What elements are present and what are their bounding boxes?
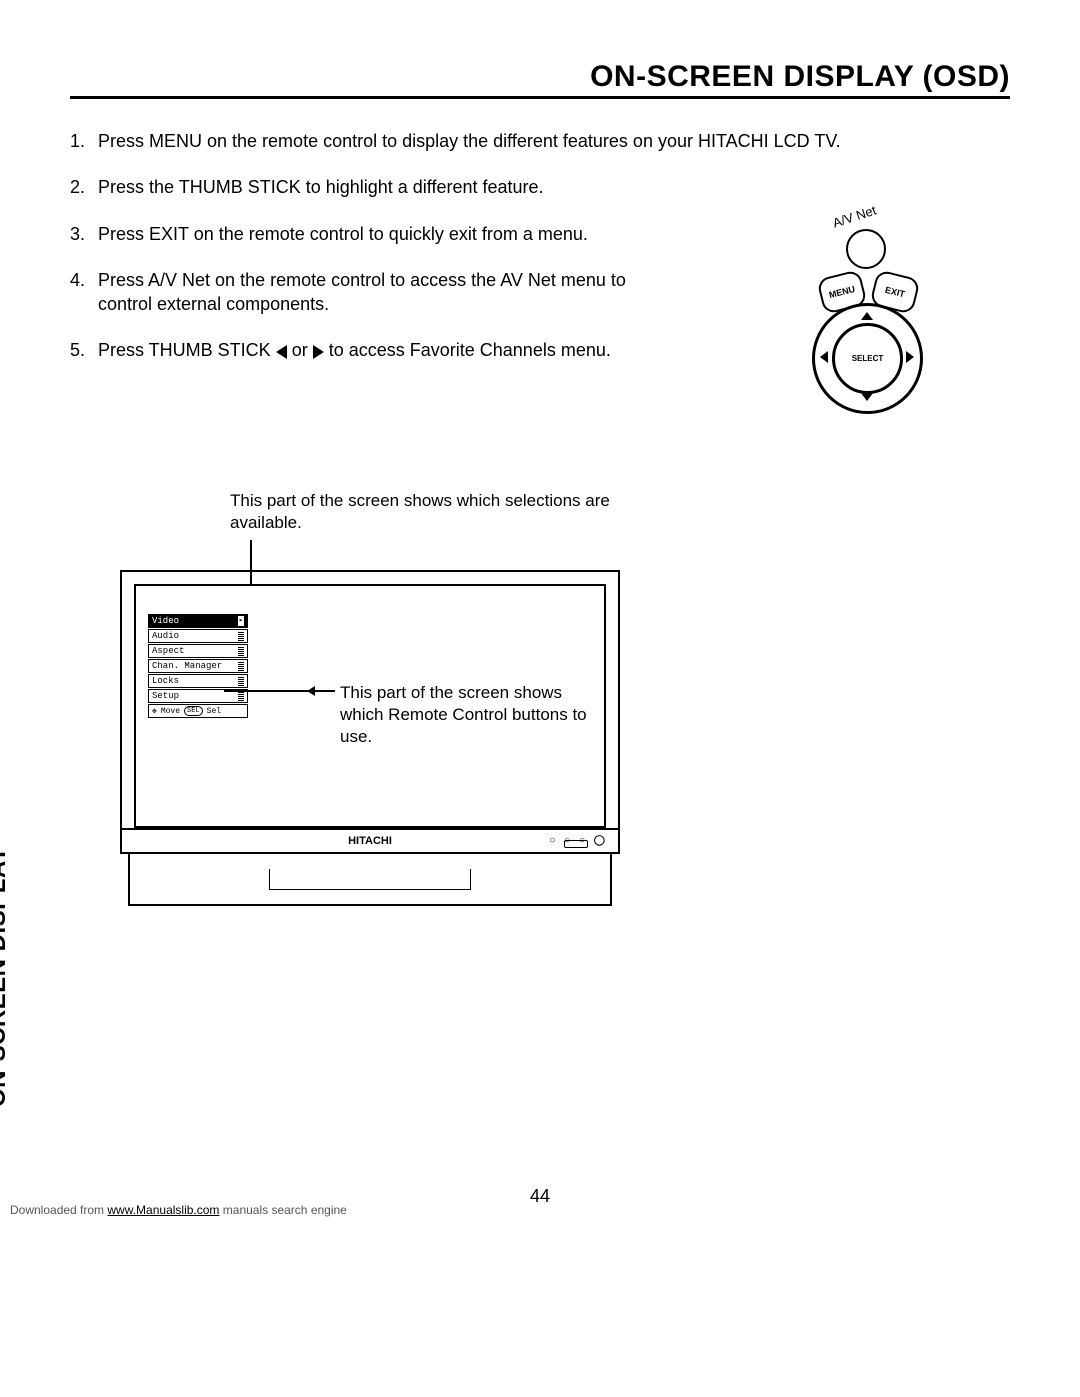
section-tab: ON-SCREEN DISPLAY [0,846,12,1107]
avnet-label: A/V Net [831,202,878,230]
remote-diagram: A/V Net MENU EXIT SELECT [810,205,990,405]
tv-chin: HITACHI ○ ○ ○ ◯ [120,830,620,854]
step-2: 2.Press the THUMB STICK to highlight a d… [70,175,1010,199]
step-1: 1.Press MENU on the remote control to di… [70,129,1010,153]
sel-icon: SEL [184,706,203,716]
callout-top: This part of the screen shows which sele… [230,490,680,534]
menu-item-video: Video▸ [148,614,248,628]
page-title: ON-SCREEN DISPLAY (OSD) [70,60,1010,94]
menu-item-chan: Chan. Manager [148,659,248,673]
callout-right: This part of the screen shows which Remo… [340,682,600,748]
brand-label: HITACHI [348,835,392,847]
download-footer: Downloaded from www.Manualslib.com manua… [10,1203,347,1217]
left-arrow-icon [820,351,828,363]
ir-slot-icon [564,840,588,848]
down-arrow-icon [861,393,873,401]
osd-menu: Video▸ Audio Aspect Chan. Manager Locks … [148,614,248,718]
thumbstick-select-icon: SELECT [832,323,903,394]
page-header: ON-SCREEN DISPLAY (OSD) [70,60,1010,99]
right-arrow-icon [906,351,914,363]
menu-item-locks: Locks [148,674,248,688]
arrow-left-icon [315,690,335,692]
menu-item-aspect: Aspect [148,644,248,658]
avnet-button-icon [846,229,886,269]
stick-icon: ✥ [152,706,157,716]
manualslib-link[interactable]: www.Manualslib.com [107,1203,219,1217]
menu-item-audio: Audio [148,629,248,643]
up-arrow-icon [861,312,873,320]
left-arrow-icon [276,345,287,359]
tv-stand [128,854,612,906]
menu-hint: ✥ Move SEL Sel [148,704,248,718]
right-arrow-icon [313,345,324,359]
